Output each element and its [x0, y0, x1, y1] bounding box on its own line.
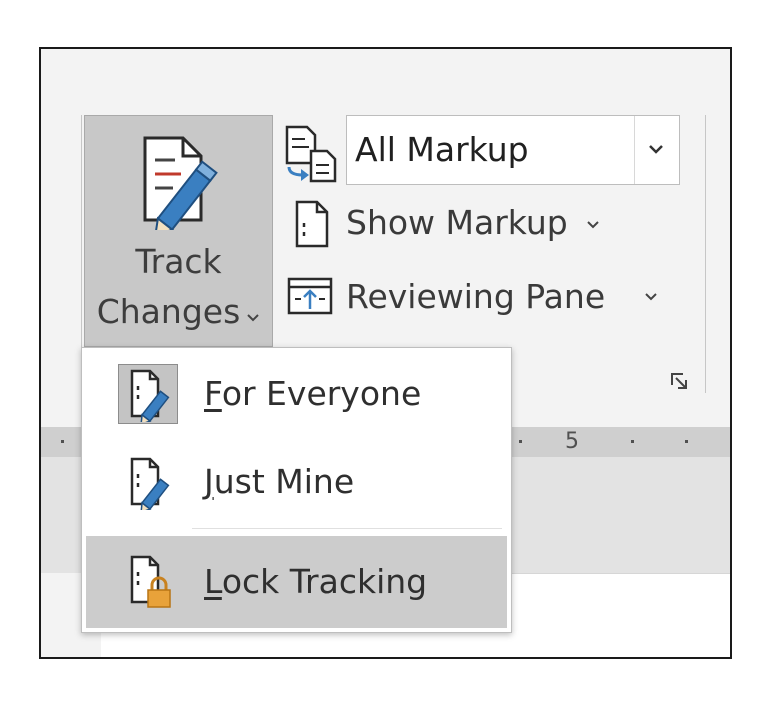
- mnemonic-j: J: [204, 462, 214, 501]
- display-for-review-value: All Markup: [355, 130, 529, 169]
- lock-tracking-icon: [130, 555, 171, 608]
- track-changes-menu: For Everyone Just Mine Lock Tracking: [81, 347, 512, 633]
- mnemonic-l: L: [204, 562, 222, 601]
- ruler-tick: [685, 440, 688, 443]
- ruler-tick: [631, 440, 634, 443]
- ruler-number: 5: [565, 429, 579, 454]
- menu-item-just-mine[interactable]: Just Mine: [82, 438, 511, 528]
- display-for-review-select[interactable]: All Markup: [346, 115, 680, 185]
- chevron-down-icon: [587, 221, 599, 229]
- display-for-review-dropdown-button[interactable]: [634, 116, 679, 184]
- reviewing-pane-icon: [287, 277, 333, 315]
- menu-item-lock-tracking[interactable]: Lock Tracking: [86, 536, 507, 628]
- track-changes-pencil-icon: [143, 136, 218, 230]
- track-changes-button[interactable]: Track Changes: [84, 115, 273, 347]
- dialog-launcher-icon[interactable]: [669, 371, 691, 393]
- ruler-tick: [519, 440, 522, 443]
- word-review-ribbon-screenshot: Track Changes All Markup Show Markup Rev…: [39, 47, 732, 659]
- chevron-down-icon: [645, 293, 657, 301]
- menu-item-for-everyone-label: or Everyone: [221, 374, 422, 413]
- menu-separator: [192, 528, 502, 529]
- menu-item-just-mine-label: ust Mine: [213, 462, 355, 501]
- just-mine-icon: [130, 457, 170, 510]
- menu-item-for-everyone[interactable]: For Everyone: [82, 348, 511, 438]
- menu-item-lock-tracking-label: ock Tracking: [221, 562, 428, 601]
- display-for-review-icon: [285, 125, 337, 183]
- mnemonic-f: F: [204, 374, 222, 413]
- ruler-tick: [61, 440, 64, 443]
- reviewing-pane-label: Reviewing Pane: [346, 277, 606, 316]
- group-separator: [705, 115, 706, 393]
- chevron-down-icon: [649, 145, 663, 154]
- chevron-down-icon[interactable]: [246, 313, 260, 323]
- for-everyone-icon: [130, 369, 170, 422]
- show-markup-icon: [295, 200, 329, 248]
- track-changes-label-line1: Track: [135, 242, 222, 281]
- show-markup-label: Show Markup: [346, 203, 568, 242]
- track-changes-label-line2: Changes: [96, 292, 241, 331]
